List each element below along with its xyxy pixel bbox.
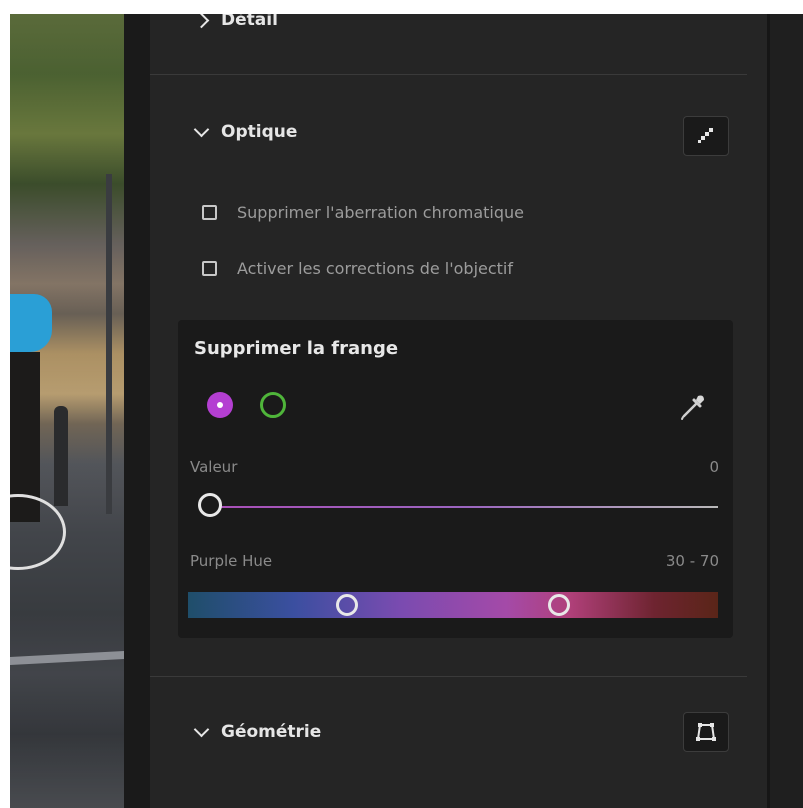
photo-canvas[interactable] [10, 14, 124, 808]
checkbox-label: Activer les corrections de l'objectif [237, 259, 513, 278]
photo-bollard [54, 406, 68, 506]
section-header-optique[interactable]: Optique [193, 121, 298, 142]
before-after-icon [698, 128, 713, 143]
right-sidebar [770, 14, 803, 808]
canvas-divider [124, 14, 150, 808]
green-fringe-swatch[interactable] [260, 392, 286, 418]
purple-hue-value[interactable]: 30 - 70 [666, 552, 719, 570]
section-divider [150, 74, 747, 75]
chevron-right-icon [193, 14, 210, 28]
section-divider [150, 676, 747, 677]
photo-curb [10, 651, 124, 665]
purple-hue-low-thumb[interactable] [336, 594, 358, 616]
section-title-optique: Optique [221, 122, 298, 142]
amount-slider-thumb[interactable] [198, 493, 222, 517]
checkbox-row-chromatic-aberration[interactable]: Supprimer l'aberration chromatique [202, 203, 524, 222]
checkbox-chromatic-aberration[interactable] [202, 205, 217, 220]
geometrie-perspective-button[interactable] [683, 712, 729, 752]
app-window: Détail Optique Supprimer l'aberration ch… [10, 14, 803, 808]
section-header-geometrie[interactable]: Géométrie [193, 721, 322, 742]
amount-slider-track[interactable] [212, 506, 718, 508]
amount-label: Valeur [190, 458, 238, 476]
optique-before-after-button[interactable] [683, 116, 729, 156]
photo-pole [106, 174, 112, 514]
defringe-card: Supprimer la frange Valeur 0 Purple Hue … [178, 320, 733, 638]
purple-hue-gradient-track[interactable] [188, 592, 718, 618]
perspective-icon [696, 723, 716, 741]
checkbox-label: Supprimer l'aberration chromatique [237, 203, 524, 222]
photo-rider-shirt [10, 294, 52, 352]
chevron-down-icon [193, 721, 210, 737]
chevron-down-icon [193, 121, 210, 137]
eyedropper-icon[interactable] [678, 390, 708, 422]
purple-fringe-swatch[interactable] [207, 392, 233, 418]
adjustments-panel: Détail Optique Supprimer l'aberration ch… [150, 14, 767, 808]
section-title-geometrie: Géométrie [221, 722, 322, 742]
amount-value[interactable]: 0 [709, 458, 719, 476]
purple-hue-label: Purple Hue [190, 552, 273, 570]
section-header-detail[interactable]: Détail [193, 14, 278, 30]
checkbox-row-lens-corrections[interactable]: Activer les corrections de l'objectif [202, 259, 513, 278]
checkbox-lens-corrections[interactable] [202, 261, 217, 276]
section-title-detail: Détail [221, 14, 278, 30]
defringe-title: Supprimer la frange [194, 338, 399, 359]
purple-hue-high-thumb[interactable] [548, 594, 570, 616]
